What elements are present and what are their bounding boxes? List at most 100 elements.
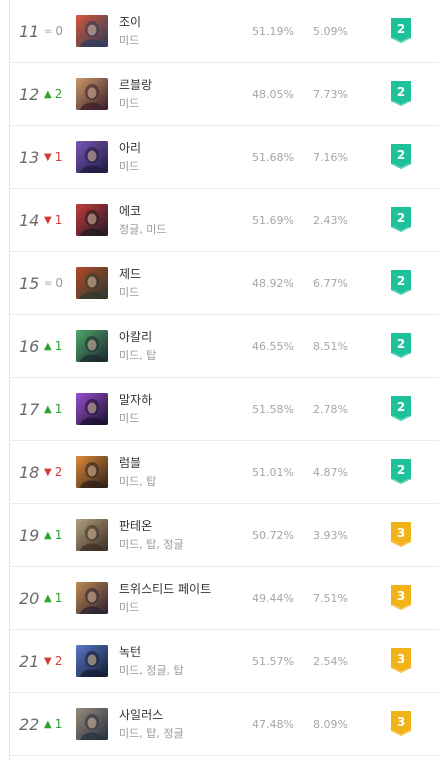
tier-number: 3 — [397, 526, 405, 540]
champion-row[interactable]: 15 = 0 제드 미드 48.92% 6.77% 2 — [10, 252, 439, 315]
rank-number: 12 — [19, 85, 40, 104]
ekko-portrait — [76, 204, 108, 236]
arrow-up-icon: ▲ — [44, 719, 52, 730]
champion-name[interactable]: 럼블 — [119, 454, 141, 471]
champion-positions: 미드 — [119, 160, 140, 173]
win-rate: 48.92% — [252, 277, 294, 290]
rank-number: 13 — [19, 148, 40, 167]
champion-name[interactable]: 조이 — [119, 13, 141, 30]
champion-row[interactable]: 12 ▲ 2 르블랑 미드 48.05% 7.73% 2 — [10, 63, 439, 126]
champion-row[interactable]: 21 ▼ 2 녹턴 미드, 정글, 탑 51.57% 2.54% 3 — [10, 630, 439, 693]
pick-rate: 7.51% — [313, 592, 348, 605]
win-rate: 51.19% — [252, 25, 294, 38]
tier-badge: 2 — [391, 333, 411, 358]
champion-portrait[interactable] — [76, 645, 108, 677]
malzahar-portrait — [76, 393, 108, 425]
champion-row[interactable]: 18 ▼ 2 럼블 미드, 탑 51.01% 4.87% 2 — [10, 441, 439, 504]
rank-change: ▲ 1 — [44, 567, 62, 630]
win-rate: 51.68% — [252, 151, 294, 164]
champion-row[interactable]: 20 ▲ 1 트위스티드 페이트 미드 49.44% 7.51% 3 — [10, 567, 439, 630]
pick-rate: 7.16% — [313, 151, 348, 164]
win-rate: 51.01% — [252, 466, 294, 479]
champion-name[interactable]: 르블랑 — [119, 76, 152, 93]
champion-portrait[interactable] — [76, 519, 108, 551]
arrow-up-icon: ▲ — [44, 89, 52, 100]
champion-name[interactable]: 녹턴 — [119, 643, 141, 660]
pick-rate: 5.09% — [313, 25, 348, 38]
rank-number: 19 — [19, 526, 40, 545]
champion-row[interactable]: 16 ▲ 1 아칼리 미드, 탑 46.55% 8.51% 2 — [10, 315, 439, 378]
arrow-down-icon: ▼ — [44, 215, 52, 226]
champion-portrait[interactable] — [76, 582, 108, 614]
champion-name[interactable]: 제드 — [119, 265, 141, 282]
champion-row[interactable]: 14 ▼ 1 에코 정글, 미드 51.69% 2.43% 2 — [10, 189, 439, 252]
rank-change-value: 1 — [54, 339, 63, 353]
akali-portrait — [76, 330, 108, 362]
champion-row[interactable]: 19 ▲ 1 판테온 미드, 탑, 정글 50.72% 3.93% 3 — [10, 504, 439, 567]
tier-badge-icon: 2 — [391, 333, 411, 358]
pick-rate: 8.51% — [313, 340, 348, 353]
champion-portrait[interactable] — [76, 330, 108, 362]
rank-number: 18 — [19, 463, 40, 482]
champion-name[interactable]: 트위스티드 페이트 — [119, 580, 211, 597]
champion-name[interactable]: 에코 — [119, 202, 141, 219]
tier-number: 2 — [397, 148, 405, 162]
rank-change-value: 2 — [54, 465, 63, 479]
champion-row[interactable]: 13 ▼ 1 아리 미드 51.68% 7.16% 2 — [10, 126, 439, 189]
champion-portrait[interactable] — [76, 708, 108, 740]
champion-row[interactable]: 17 ▲ 1 말자하 미드 51.58% 2.78% 2 — [10, 378, 439, 441]
tier-badge: 3 — [391, 522, 411, 547]
win-rate: 47.48% — [252, 718, 294, 731]
pick-rate: 6.77% — [313, 277, 348, 290]
tier-badge: 2 — [391, 270, 411, 295]
champion-portrait[interactable] — [76, 393, 108, 425]
champion-portrait[interactable] — [76, 456, 108, 488]
arrow-up-icon: ▲ — [44, 404, 52, 415]
equal-icon: = — [44, 26, 53, 37]
rank-change: ▼ 1 — [44, 126, 62, 189]
champion-row[interactable]: 11 = 0 조이 미드 51.19% 5.09% 2 — [10, 0, 439, 63]
win-rate: 49.44% — [252, 592, 294, 605]
champion-portrait[interactable] — [76, 15, 108, 47]
tier-badge: 2 — [391, 207, 411, 232]
champion-portrait[interactable] — [76, 267, 108, 299]
champion-name[interactable]: 말자하 — [119, 391, 152, 408]
tier-number: 3 — [397, 589, 405, 603]
rank-change-value: 1 — [54, 150, 63, 164]
tier-badge-icon: 3 — [391, 522, 411, 547]
arrow-down-icon: ▼ — [44, 467, 52, 478]
arrow-down-icon: ▼ — [44, 152, 52, 163]
rank-change: ▼ 2 — [44, 441, 62, 504]
rank-change-value: 1 — [54, 402, 63, 416]
champion-positions: 미드, 탑, 정글 — [119, 727, 184, 740]
twisted-fate-portrait — [76, 582, 108, 614]
tier-badge-icon: 2 — [391, 18, 411, 43]
rank-number: 22 — [19, 715, 40, 734]
pantheon-portrait — [76, 519, 108, 551]
champion-name[interactable]: 판테온 — [119, 517, 152, 534]
win-rate: 51.69% — [252, 214, 294, 227]
champion-name[interactable]: 아리 — [119, 139, 141, 156]
champion-portrait[interactable] — [76, 141, 108, 173]
tier-badge-icon: 2 — [391, 81, 411, 106]
tier-number: 2 — [397, 22, 405, 36]
tier-badge: 3 — [391, 648, 411, 673]
champion-portrait[interactable] — [76, 204, 108, 236]
nocturne-portrait — [76, 645, 108, 677]
rank-change-value: 2 — [54, 654, 63, 668]
tier-badge: 3 — [391, 711, 411, 736]
tier-badge: 2 — [391, 144, 411, 169]
champion-name[interactable]: 사일러스 — [119, 706, 163, 723]
champion-row[interactable]: 22 ▲ 1 사일러스 미드, 탑, 정글 47.48% 8.09% 3 — [10, 693, 439, 756]
pick-rate: 8.09% — [313, 718, 348, 731]
champion-positions: 미드, 탑, 정글 — [119, 538, 184, 551]
champion-portrait[interactable] — [76, 78, 108, 110]
win-rate: 51.58% — [252, 403, 294, 416]
pick-rate: 2.43% — [313, 214, 348, 227]
win-rate: 48.05% — [252, 88, 294, 101]
tier-number: 2 — [397, 274, 405, 288]
leblanc-portrait — [76, 78, 108, 110]
rank-change: ▲ 1 — [44, 315, 62, 378]
champion-positions: 미드, 탑 — [119, 475, 157, 488]
champion-name[interactable]: 아칼리 — [119, 328, 152, 345]
